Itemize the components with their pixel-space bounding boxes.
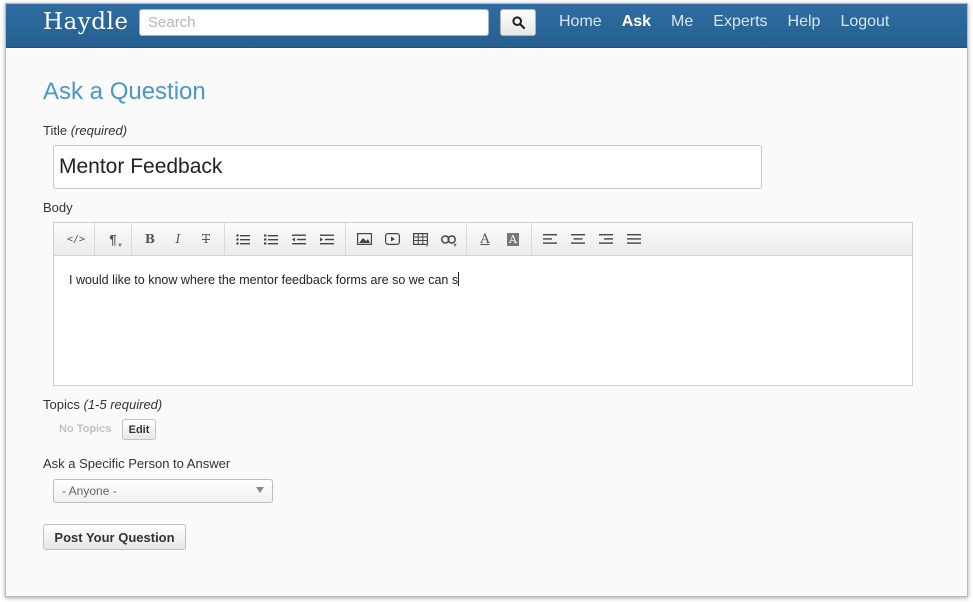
post-question-button[interactable]: Post Your Question xyxy=(43,524,186,550)
title-label-text: Title xyxy=(43,123,68,138)
chevron-down-icon xyxy=(256,487,264,493)
toolbar-group-format: ¶ ▼ xyxy=(95,223,132,255)
bulleted-list-icon[interactable] xyxy=(229,227,257,251)
indent-icon[interactable] xyxy=(313,227,341,251)
ask-person-select[interactable]: - Anyone - xyxy=(53,479,273,503)
search-button[interactable] xyxy=(500,9,536,36)
toolbar-group-style: B I T xyxy=(132,223,225,255)
navbar: Haydle Home Ask Me Experts Help Logout xyxy=(6,4,967,48)
code-view-icon[interactable]: </> xyxy=(62,227,90,251)
toolbar-group-insert: ▼ ▼ xyxy=(346,223,467,255)
align-left-icon[interactable] xyxy=(536,227,564,251)
topics-label: Topics (1-5 required) xyxy=(43,397,162,412)
body-label: Body xyxy=(43,200,73,215)
ask-person-label: Ask a Specific Person to Answer xyxy=(43,456,231,471)
toolbar-group-lists xyxy=(225,223,346,255)
table-icon[interactable]: ▼ xyxy=(406,227,434,251)
browser-window: Haydle Home Ask Me Experts Help Logout A… xyxy=(5,3,968,597)
editor-content[interactable]: I would like to know where the mentor fe… xyxy=(54,256,912,303)
background-color-icon[interactable]: A xyxy=(499,227,527,251)
search-icon xyxy=(511,16,525,29)
bold-icon[interactable]: B xyxy=(136,227,164,251)
italic-icon[interactable]: I xyxy=(164,227,192,251)
toolbar-group-align xyxy=(532,223,652,255)
topics-label-text: Topics xyxy=(43,397,80,412)
toolbar-group-source: </> xyxy=(58,223,95,255)
align-right-icon[interactable] xyxy=(592,227,620,251)
nav-me[interactable]: Me xyxy=(671,13,693,31)
align-center-icon[interactable] xyxy=(564,227,592,251)
justify-icon[interactable] xyxy=(620,227,648,251)
body-editor: </> ¶ ▼ B I T ▼ ▼ A A I would like to kn… xyxy=(53,222,913,386)
nav-logout[interactable]: Logout xyxy=(840,13,889,31)
numbered-list-icon[interactable] xyxy=(257,227,285,251)
strikethrough-icon[interactable]: T xyxy=(192,227,220,251)
text-cursor xyxy=(458,272,460,286)
font-color-icon[interactable]: A xyxy=(471,227,499,251)
link-icon[interactable]: ▼ xyxy=(434,227,462,251)
nav-experts[interactable]: Experts xyxy=(713,13,767,31)
outdent-icon[interactable] xyxy=(285,227,313,251)
nav-home[interactable]: Home xyxy=(559,13,602,31)
title-label: Title (required) xyxy=(43,123,127,138)
title-input[interactable] xyxy=(53,145,762,189)
brand-logo[interactable]: Haydle xyxy=(43,9,128,35)
edit-topics-button[interactable]: Edit xyxy=(122,419,156,440)
ask-person-selected-value: - Anyone - xyxy=(62,484,117,498)
nav-help[interactable]: Help xyxy=(788,13,821,31)
nav-ask[interactable]: Ask xyxy=(622,13,651,31)
video-icon[interactable] xyxy=(378,227,406,251)
nav-links: Home Ask Me Experts Help Logout xyxy=(559,13,909,31)
editor-text: I would like to know where the mentor fe… xyxy=(69,273,459,287)
image-icon[interactable] xyxy=(350,227,378,251)
title-required-hint: (required) xyxy=(70,123,128,138)
editor-toolbar: </> ¶ ▼ B I T ▼ ▼ A A xyxy=(54,223,912,256)
page-title: Ask a Question xyxy=(43,78,206,105)
no-topics-text: No Topics xyxy=(59,423,112,435)
topics-required-hint: (1-5 required) xyxy=(83,397,163,412)
paragraph-icon[interactable]: ¶ ▼ xyxy=(99,227,127,251)
toolbar-group-color: A A xyxy=(467,223,532,255)
search-input[interactable] xyxy=(139,9,489,36)
